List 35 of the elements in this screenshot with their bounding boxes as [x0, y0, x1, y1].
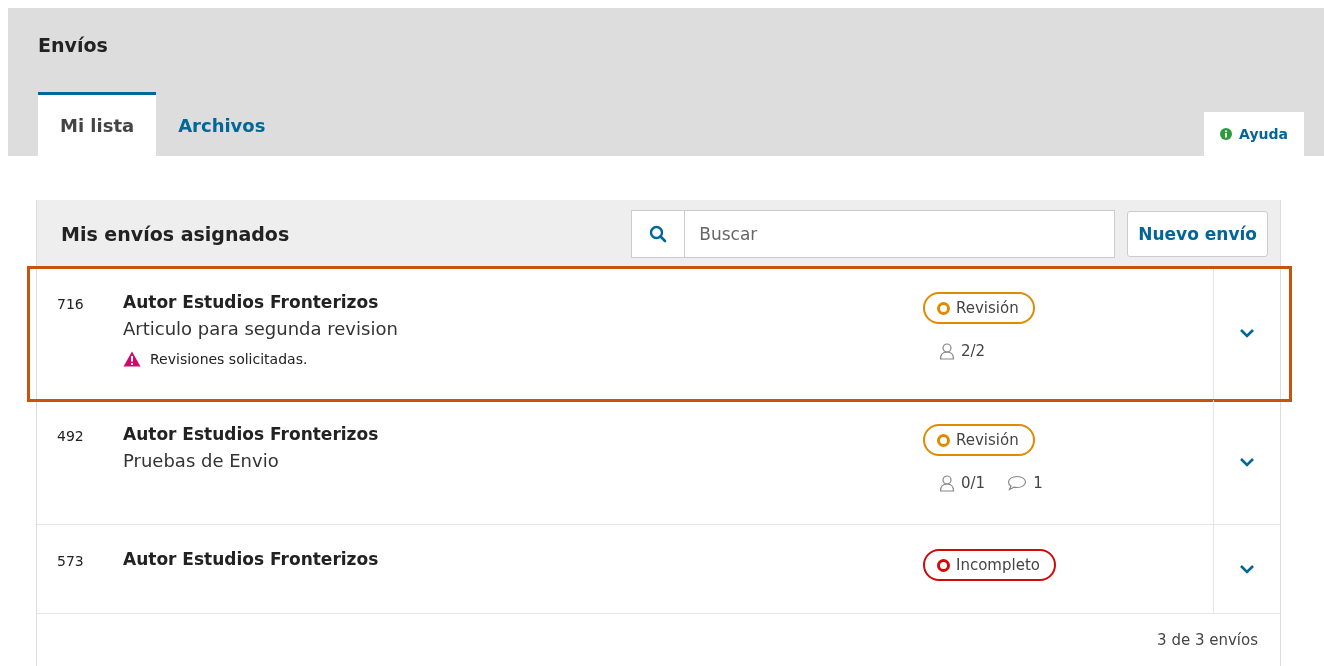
author-name: Autor Estudios Fronterizos [123, 424, 380, 444]
notice-text: Revisiones solicitadas. [150, 351, 308, 367]
reviewer-count: 0/1 [961, 474, 986, 492]
submission-id: 573 [57, 552, 85, 571]
status-badge: Incompleto [923, 549, 1056, 581]
comment-count: 1 [1033, 474, 1043, 492]
chevron-down-icon [1239, 563, 1255, 574]
info-icon [1220, 128, 1233, 140]
help-button[interactable]: Ayuda [1204, 112, 1304, 156]
new-submission-button[interactable]: Nuevo envío [1127, 211, 1268, 257]
status-badge: Revisión [923, 424, 1035, 456]
author-name: Autor Estudios Fronterizos [123, 549, 380, 569]
comment-icon [1007, 475, 1028, 491]
submission-title: Articulo para segunda revision [123, 318, 399, 339]
warning-icon [123, 351, 141, 367]
tab[interactable]: Archivos [156, 92, 288, 156]
reviewer-count: 2/2 [961, 342, 986, 360]
submission-row[interactable]: 492 Autor Estudios Fronterizos Pruebas de Envio Revisión 0/1 1 [37, 400, 1280, 525]
panel-title: Mis envíos asignados [61, 223, 291, 245]
author-name: Autor Estudios Fronterizos [123, 292, 380, 312]
search-icon [649, 225, 668, 243]
submission-title: Pruebas de Envio [123, 450, 280, 471]
page-title: Envíos [37, 33, 108, 56]
person-icon [939, 342, 955, 360]
submission-id: 716 [57, 295, 85, 314]
search-bar[interactable]: Buscar [631, 210, 1116, 258]
submission-row[interactable]: 716 Autor Estudios Fronterizos Articulo para segunda revision Revisiones solicitadas. Revisión 2/2 [29, 268, 1290, 400]
chevron-down-icon [1239, 456, 1255, 467]
chevron-down-icon [1239, 328, 1255, 338]
tab[interactable]: Mi lista [38, 92, 157, 156]
person-icon [939, 474, 955, 492]
submission-row[interactable]: 573 Autor Estudios Fronterizos Incompleto [37, 525, 1280, 614]
submission-id: 492 [57, 427, 85, 446]
submission-count: 3 de 3 envíos [1157, 631, 1258, 649]
status-badge: Revisión [923, 292, 1035, 324]
